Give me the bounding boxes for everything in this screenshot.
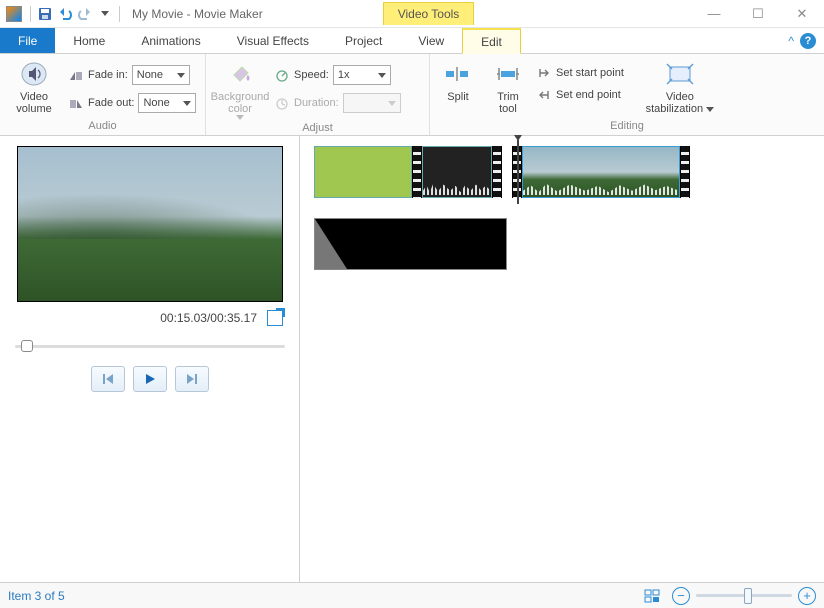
clip-1[interactable] bbox=[314, 146, 412, 198]
set-start-point-button[interactable]: Set start point bbox=[536, 65, 624, 81]
duration-icon bbox=[274, 95, 290, 111]
minimize-button[interactable]: — bbox=[692, 1, 736, 27]
window-title: My Movie - Movie Maker bbox=[132, 7, 263, 21]
undo-icon[interactable] bbox=[55, 4, 75, 24]
separator bbox=[30, 6, 31, 22]
view-mode-icon[interactable] bbox=[644, 588, 660, 604]
preview-video[interactable] bbox=[17, 146, 283, 302]
filmstrip-icon bbox=[412, 146, 422, 198]
split-button[interactable]: Split bbox=[436, 57, 480, 103]
stabilization-label: Video stabilization bbox=[646, 91, 715, 115]
background-color-button[interactable]: Background color bbox=[212, 57, 268, 120]
timeline-pane[interactable] bbox=[300, 136, 824, 582]
duration-label: Duration: bbox=[294, 97, 339, 109]
tab-file[interactable]: File bbox=[0, 28, 55, 53]
speed-label: Speed: bbox=[294, 69, 329, 81]
play-button[interactable] bbox=[133, 366, 167, 392]
fade-in-icon bbox=[68, 67, 84, 83]
ribbon: Video volume Fade in: None Fade out: Non… bbox=[0, 54, 824, 136]
tab-visual-effects[interactable]: Visual Effects bbox=[219, 28, 327, 53]
statusbar: Item 3 of 5 − + bbox=[0, 582, 824, 608]
timeline-row-2[interactable] bbox=[314, 218, 810, 270]
tab-animations[interactable]: Animations bbox=[123, 28, 218, 53]
speaker-icon bbox=[18, 59, 50, 89]
start-point-icon bbox=[536, 65, 552, 81]
group-label-audio: Audio bbox=[6, 118, 199, 135]
maximize-button[interactable]: ☐ bbox=[736, 1, 780, 27]
content-area: 00:15.03/00:35.17 bbox=[0, 136, 824, 582]
split-icon bbox=[442, 59, 474, 89]
ribbon-tabs: File Home Animations Visual Effects Proj… bbox=[0, 28, 824, 54]
set-end-point-button[interactable]: Set end point bbox=[536, 87, 624, 103]
tab-view[interactable]: View bbox=[400, 28, 462, 53]
group-label-editing: Editing bbox=[436, 118, 818, 135]
trim-label: Trim tool bbox=[497, 91, 519, 115]
fade-out-combo[interactable]: None bbox=[138, 93, 196, 113]
next-frame-button[interactable] bbox=[175, 366, 209, 392]
speed-combo[interactable]: 1x bbox=[333, 65, 391, 85]
fullscreen-icon[interactable] bbox=[267, 310, 283, 326]
filmstrip-icon bbox=[680, 146, 690, 198]
fade-in-combo[interactable]: None bbox=[132, 65, 190, 85]
filmstrip-icon bbox=[492, 146, 502, 198]
zoom-control: − + bbox=[672, 587, 816, 605]
zoom-out-button[interactable]: − bbox=[672, 587, 690, 605]
fade-out-label: Fade out: bbox=[88, 97, 134, 109]
speed-icon bbox=[274, 67, 290, 83]
fade-out-icon bbox=[68, 95, 84, 111]
tab-edit[interactable]: Edit bbox=[462, 28, 521, 54]
group-editing: Split Trim tool Set start point Set end … bbox=[430, 54, 824, 135]
group-adjust: Background color Speed: 1x Duration: Adj… bbox=[206, 54, 430, 135]
playhead[interactable] bbox=[517, 140, 519, 204]
trim-icon bbox=[492, 59, 524, 89]
timeline-row-1[interactable] bbox=[314, 146, 810, 198]
zoom-slider[interactable] bbox=[696, 594, 792, 597]
video-volume-label: Video volume bbox=[16, 91, 51, 115]
time-display: 00:15.03/00:35.17 bbox=[160, 311, 257, 325]
close-button[interactable]: ✕ bbox=[780, 1, 824, 27]
transport-controls bbox=[10, 366, 289, 392]
end-point-icon bbox=[536, 87, 552, 103]
clip-4[interactable] bbox=[314, 218, 507, 270]
seek-slider[interactable] bbox=[15, 338, 285, 354]
trim-button[interactable]: Trim tool bbox=[486, 57, 530, 115]
app-icon bbox=[6, 6, 22, 22]
split-label: Split bbox=[447, 91, 468, 103]
preview-pane: 00:15.03/00:35.17 bbox=[0, 136, 300, 582]
help-icon[interactable]: ? bbox=[800, 33, 816, 49]
tab-home[interactable]: Home bbox=[55, 28, 123, 53]
titlebar: My Movie - Movie Maker Video Tools — ☐ ✕ bbox=[0, 0, 824, 28]
save-icon[interactable] bbox=[35, 4, 55, 24]
tab-project[interactable]: Project bbox=[327, 28, 400, 53]
zoom-in-button[interactable]: + bbox=[798, 587, 816, 605]
paint-bucket-icon bbox=[224, 59, 256, 89]
video-volume-button[interactable]: Video volume bbox=[6, 57, 62, 115]
duration-combo bbox=[343, 93, 401, 113]
prev-frame-button[interactable] bbox=[91, 366, 125, 392]
fade-in-label: Fade in: bbox=[88, 69, 128, 81]
context-tab-video-tools[interactable]: Video Tools bbox=[383, 2, 475, 25]
qat-dropdown-icon[interactable] bbox=[95, 4, 115, 24]
background-color-label: Background color bbox=[211, 91, 270, 115]
stabilization-icon bbox=[664, 59, 696, 89]
clip-3-selected[interactable] bbox=[522, 146, 680, 198]
group-label-adjust: Adjust bbox=[212, 120, 423, 137]
group-audio: Video volume Fade in: None Fade out: Non… bbox=[0, 54, 206, 135]
video-stabilization-button[interactable]: Video stabilization bbox=[640, 57, 720, 115]
clip-2[interactable] bbox=[422, 146, 492, 198]
collapse-ribbon-icon[interactable]: ^ bbox=[788, 34, 794, 48]
separator bbox=[119, 6, 120, 22]
redo-icon[interactable] bbox=[75, 4, 95, 24]
status-text: Item 3 of 5 bbox=[8, 589, 65, 603]
